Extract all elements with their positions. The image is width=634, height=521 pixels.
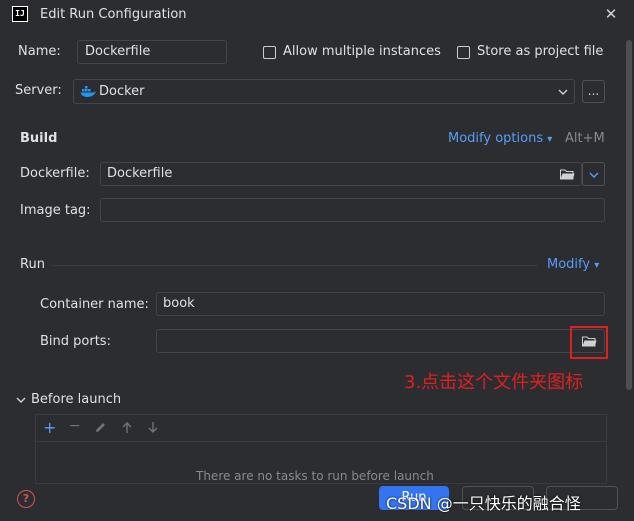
run-separator [52, 265, 538, 266]
server-more-button[interactable]: ... [582, 80, 605, 103]
chevron-down-icon [589, 172, 599, 178]
bind-ports-input[interactable] [156, 329, 605, 353]
chevron-down-icon[interactable] [16, 397, 26, 403]
remove-icon[interactable]: − [69, 418, 81, 434]
before-launch-toolbar: + − [36, 415, 606, 442]
dockerfile-input-value: Dockerfile [107, 166, 173, 181]
folder-icon[interactable] [560, 169, 575, 180]
store-as-project-checkbox[interactable] [457, 46, 470, 59]
container-name-value: book [163, 296, 195, 311]
dockerfile-dropdown-button[interactable] [582, 162, 605, 186]
chevron-down-icon: ▾ [594, 260, 600, 271]
allow-multiple-label[interactable]: Allow multiple instances [283, 44, 441, 59]
close-icon[interactable]: ✕ [603, 5, 619, 23]
modify-options-label: Modify options [448, 131, 544, 146]
chevron-down-icon: ▾ [547, 134, 553, 145]
build-heading: Build [20, 131, 58, 146]
dockerfile-input[interactable]: Dockerfile [100, 162, 582, 186]
container-name-label: Container name: [40, 297, 149, 312]
server-select[interactable]: Docker [73, 79, 575, 104]
server-label: Server: [15, 83, 62, 98]
image-tag-label: Image tag: [20, 203, 91, 218]
bind-ports-label: Bind ports: [40, 334, 111, 349]
help-icon[interactable]: ? [17, 490, 35, 508]
arrow-down-icon[interactable] [147, 421, 159, 434]
title-bar: IJ Edit Run Configuration ✕ [0, 0, 634, 30]
allow-multiple-checkbox[interactable] [263, 46, 276, 59]
run-modify-link[interactable]: Modify ▾ [547, 257, 599, 272]
container-name-input[interactable]: book [156, 292, 605, 316]
window-title: Edit Run Configuration [40, 7, 187, 22]
add-icon[interactable]: + [43, 418, 56, 437]
edit-icon[interactable] [94, 421, 107, 434]
run-heading: Run [20, 257, 45, 272]
image-tag-input[interactable] [100, 198, 605, 222]
dockerfile-label: Dockerfile: [20, 166, 90, 181]
modify-options-link[interactable]: Modify options ▾ [448, 131, 552, 146]
annotation-text: 3.点击这个文件夹图标 [404, 372, 584, 393]
name-input-value: Dockerfile [85, 44, 151, 59]
name-label: Name: [18, 44, 61, 59]
folder-icon[interactable] [582, 336, 597, 347]
run-modify-label: Modify [547, 257, 591, 272]
arrow-up-icon[interactable] [121, 421, 133, 434]
modify-options-shortcut: Alt+M [565, 131, 605, 146]
scrollbar[interactable] [626, 40, 632, 390]
intellij-app-icon: IJ [12, 6, 28, 22]
before-launch-heading[interactable]: Before launch [31, 392, 121, 407]
chevron-down-icon [558, 89, 568, 95]
server-value: Docker [99, 84, 145, 99]
before-launch-panel: + − There are no tasks to run before lau… [35, 414, 607, 484]
before-launch-empty-text: There are no tasks to run before launch [196, 469, 434, 483]
store-as-project-label[interactable]: Store as project file [477, 44, 603, 59]
docker-icon [80, 86, 96, 97]
name-input[interactable]: Dockerfile [77, 40, 227, 64]
csdn-watermark: CSDN @一只快乐的融合怪 [386, 494, 581, 513]
